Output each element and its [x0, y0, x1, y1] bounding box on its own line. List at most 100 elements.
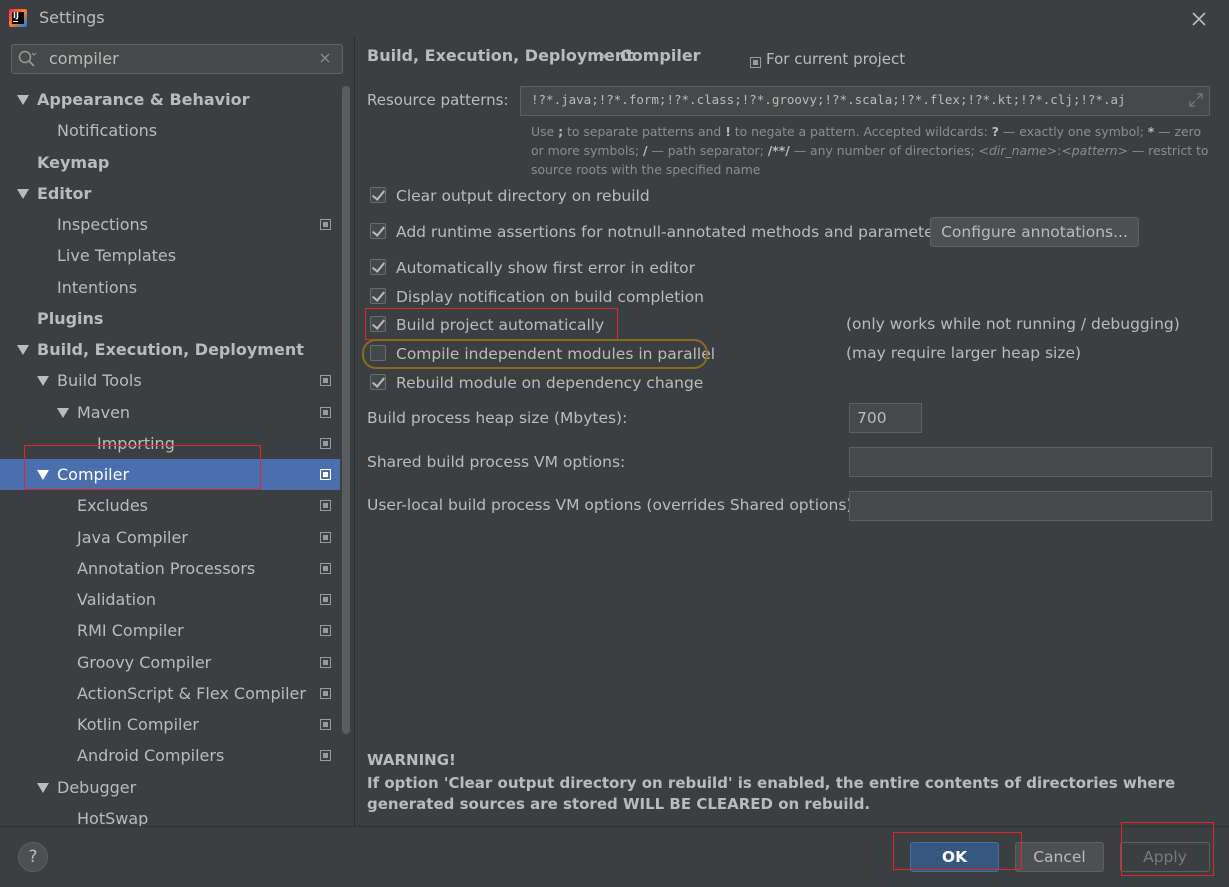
sidebar-item-label: Annotation Processors	[77, 559, 256, 578]
expand-arrow-icon[interactable]	[37, 783, 49, 793]
sidebar-item-annotation-processors[interactable]: Annotation Processors	[0, 553, 340, 584]
expand-arrow-icon[interactable]	[17, 95, 29, 105]
sidebar-item-java-compiler[interactable]: Java Compiler	[0, 522, 340, 553]
panel-splitter[interactable]	[354, 37, 355, 826]
sidebar-item-live-templates[interactable]: Live Templates	[0, 240, 340, 271]
user-vm-options-field[interactable]	[849, 491, 1212, 521]
sidebar-item-label: Android Compilers	[77, 746, 225, 765]
breadcrumb-parent: Build, Execution, Deployment	[367, 46, 634, 65]
heap-size-value: 700	[857, 409, 887, 427]
sidebar-item-label: Build, Execution, Deployment	[37, 340, 304, 359]
sidebar-item-label: Inspections	[57, 215, 148, 234]
clear-search-icon[interactable]	[318, 51, 332, 65]
expand-arrow-icon[interactable]	[37, 376, 49, 386]
sidebar-item-keymap[interactable]: Keymap	[0, 147, 340, 178]
project-scope-icon	[320, 532, 331, 543]
window-title: Settings	[39, 8, 105, 27]
checkbox-label: Display notification on build completion	[396, 288, 704, 306]
checkbox-label: Build project automatically	[396, 316, 605, 334]
sidebar-item-label: RMI Compiler	[77, 621, 184, 640]
expand-arrow-icon[interactable]	[57, 408, 69, 418]
sidebar-item-appearance-behavior[interactable]: Appearance & Behavior	[0, 84, 340, 115]
ok-button[interactable]: OK	[910, 842, 999, 872]
project-scope-icon	[750, 54, 761, 68]
sidebar-item-android-compilers[interactable]: Android Compilers	[0, 740, 340, 771]
sidebar-item-label: Kotlin Compiler	[77, 715, 199, 734]
sidebar-item-label: Validation	[77, 590, 157, 609]
cancel-button[interactable]: Cancel	[1015, 842, 1104, 872]
project-scope-icon	[320, 625, 331, 636]
checkbox-box[interactable]	[370, 345, 386, 361]
sidebar-scrollbar[interactable]	[342, 86, 350, 734]
sidebar-item-build-tools[interactable]: Build Tools	[0, 365, 340, 396]
parallel-note: (may require larger heap size)	[846, 344, 1082, 362]
sidebar-item-validation[interactable]: Validation	[0, 584, 340, 615]
search-value: compiler	[49, 49, 119, 68]
warning-title: WARNING!	[367, 751, 456, 769]
apply-button[interactable]: Apply	[1120, 842, 1210, 872]
sidebar-item-label: Compiler	[57, 465, 130, 484]
configure-annotations-button[interactable]: Configure annotations...	[930, 217, 1139, 247]
sidebar-item-kotlin-compiler[interactable]: Kotlin Compiler	[0, 709, 340, 740]
settings-tree: Appearance & Behavior Notifications Keymap…	[0, 84, 340, 826]
project-scope-icon	[320, 500, 331, 511]
sidebar-item-label: Maven	[77, 403, 131, 422]
sidebar-item-label: ActionScript & Flex Compiler	[77, 684, 306, 703]
sidebar-item-plugins[interactable]: Plugins	[0, 303, 340, 334]
expand-arrow-icon[interactable]	[17, 345, 29, 355]
checkbox-label: Automatically show first error in editor	[396, 259, 696, 277]
project-scope-icon	[320, 657, 331, 668]
title-bar	[0, 0, 1229, 36]
sidebar-item-intentions[interactable]: Intentions	[0, 272, 340, 303]
sidebar-item-label: Notifications	[57, 121, 158, 140]
sidebar-item-editor[interactable]: Editor	[0, 178, 340, 209]
sidebar-item-notifications[interactable]: Notifications	[0, 115, 340, 146]
project-scope-icon	[320, 407, 331, 418]
sidebar-item-importing[interactable]: Importing	[0, 428, 340, 459]
resource-patterns-label: Resource patterns:	[367, 91, 509, 109]
project-scope-icon	[320, 688, 331, 699]
shared-vm-options-field[interactable]	[849, 447, 1212, 477]
sidebar-item-groovy-compiler[interactable]: Groovy Compiler	[0, 647, 340, 678]
checkbox-box[interactable]	[370, 259, 386, 275]
scope-label: For current project	[766, 50, 906, 68]
expand-arrow-icon[interactable]	[17, 189, 29, 199]
sidebar-item-build-execution-deployment[interactable]: Build, Execution, Deployment	[0, 334, 340, 365]
resource-patterns-hint: Use ; to separate patterns and ! to nega…	[531, 124, 1209, 177]
sidebar-item-label: Intentions	[57, 278, 138, 297]
project-scope-icon	[320, 469, 331, 480]
sidebar-item-label: Groovy Compiler	[77, 653, 212, 672]
checkbox-label: Clear output directory on rebuild	[396, 187, 650, 205]
sidebar-item-label: Appearance & Behavior	[37, 90, 250, 109]
heap-size-label: Build process heap size (Mbytes):	[367, 409, 628, 427]
checkbox-box[interactable]	[370, 223, 386, 239]
sidebar-item-debugger[interactable]: Debugger	[0, 772, 340, 803]
project-scope-icon	[320, 563, 331, 574]
checkbox-label: Rebuild module on dependency change	[396, 374, 704, 392]
close-icon[interactable]	[1188, 8, 1210, 30]
sidebar-item-label: Importing	[97, 434, 175, 453]
sidebar-item-label: Build Tools	[57, 371, 142, 390]
checkbox-label: Compile independent modules in parallel	[396, 345, 716, 363]
sidebar-item-excludes[interactable]: Excludes	[0, 490, 340, 521]
sidebar-item-rmi-compiler[interactable]: RMI Compiler	[0, 615, 340, 646]
sidebar-item-label: Debugger	[57, 778, 137, 797]
sidebar-item-label: Plugins	[37, 309, 104, 328]
sidebar-item-actionscript-flex-compiler[interactable]: ActionScript & Flex Compiler	[0, 678, 340, 709]
sidebar-item-maven[interactable]: Maven	[0, 397, 340, 428]
resource-patterns-value: !?*.java;!?*.form;!?*.class;!?*.groovy;!…	[531, 92, 1126, 107]
sidebar-item-label: Live Templates	[57, 246, 177, 265]
sidebar-item-inspections[interactable]: Inspections	[0, 209, 340, 240]
intellij-app-icon: IJ	[9, 9, 27, 27]
checkbox-box[interactable]	[370, 187, 386, 203]
sidebar-item-hotswap[interactable]: HotSwap	[0, 803, 340, 826]
expand-icon[interactable]	[1188, 92, 1204, 108]
help-button[interactable]: ?	[18, 842, 48, 872]
sidebar-item-compiler[interactable]: Compiler	[0, 459, 340, 490]
expand-arrow-icon[interactable]	[37, 470, 49, 480]
shared-vm-options-label: Shared build process VM options:	[367, 453, 626, 471]
checkbox-box[interactable]	[370, 374, 386, 390]
checkbox-box[interactable]	[370, 316, 386, 332]
user-vm-options-label: User-local build process VM options (ove…	[367, 496, 858, 514]
checkbox-box[interactable]	[370, 288, 386, 304]
